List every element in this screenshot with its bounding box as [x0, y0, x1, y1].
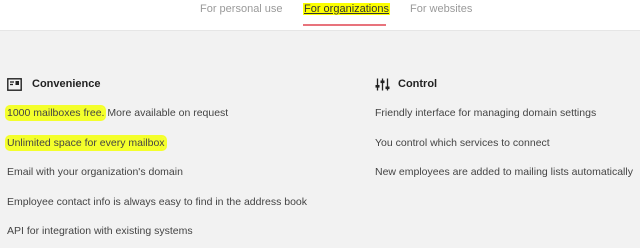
sliders-icon	[375, 77, 390, 92]
list-item: Email with your organization's domain	[7, 165, 337, 195]
highlighted-text: Unlimited space for every mailbox	[7, 136, 165, 149]
convenience-heading: Convenience	[7, 76, 337, 92]
list-item: Employee contact info is always easy to …	[7, 195, 337, 225]
control-heading: Control	[375, 76, 640, 92]
list-item: Unlimited space for every mailbox	[7, 136, 337, 166]
tab-label: For personal use	[200, 3, 283, 15]
tab-organizations[interactable]: For organizations	[303, 3, 390, 15]
item-text: Email with your organization's domain	[7, 166, 183, 178]
list-item: You control which services to connect	[375, 136, 550, 149]
control-list: Friendly interface for managing domain s…	[375, 106, 640, 195]
convenience-list: 1000 mailboxes free. More available on r…	[7, 106, 337, 248]
convenience-section: Convenience 1000 mailboxes free. More av…	[7, 76, 337, 248]
control-section: Control Friendly interface for managing …	[375, 76, 640, 195]
tab-personal-use[interactable]: For personal use	[200, 3, 283, 15]
tab-label: For websites	[410, 3, 473, 15]
tab-divider	[0, 30, 640, 31]
list-item: API for integration with existing system…	[7, 224, 337, 248]
list-item: Friendly interface for managing domain s…	[375, 107, 597, 119]
highlighted-text: 1000 mailboxes free.	[7, 107, 105, 119]
convenience-title: Convenience	[32, 78, 101, 90]
list-item: 1000 mailboxes free. More available on r…	[7, 106, 337, 136]
list-item: New employees are added to mailing lists…	[375, 166, 633, 178]
item-text: More available on request	[104, 107, 229, 119]
item-text: Employee contact info is always easy to …	[7, 195, 307, 208]
tab-websites[interactable]: For websites	[410, 3, 472, 15]
control-title: Control	[398, 78, 438, 90]
tab-bar: For personal use For organizations For w…	[0, 0, 640, 30]
item-text: API for integration with existing system…	[7, 225, 193, 237]
tab-label: For organizations	[303, 3, 390, 15]
active-tab-underline	[303, 24, 386, 26]
mail-badge-icon	[7, 77, 22, 92]
